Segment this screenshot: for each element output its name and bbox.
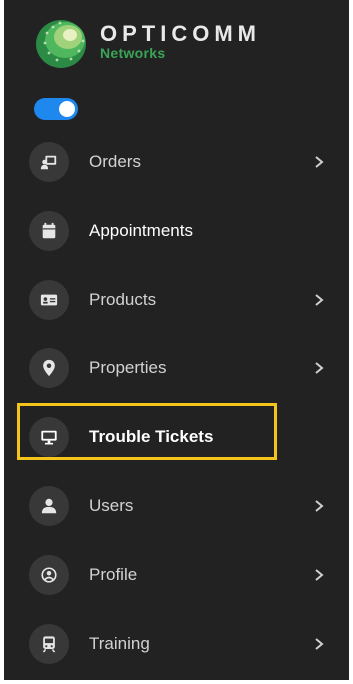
nav-item-appointments[interactable]: Appointments [4,207,349,255]
user-icon [29,486,69,526]
chevron-right-icon [315,638,324,650]
chevron-right-icon [315,500,324,512]
chevron-right-icon [315,362,324,374]
brand-subtitle: Networks [100,45,166,61]
highlight-box [17,403,277,460]
nav-item-orders[interactable]: Orders [4,138,349,186]
nav-item-users[interactable]: Users [4,482,349,530]
brand-name: OPTICOMM [100,21,261,46]
chevron-right-icon [315,156,324,168]
nav-item-training[interactable]: Training [4,620,349,668]
nav-label-appointments: Appointments [89,221,193,240]
nav-label-profile: Profile [89,565,138,584]
nav-label-users: Users [89,496,134,515]
nav-label-products: Products [89,290,157,309]
id-card-icon [29,280,69,320]
nav-label-orders: Orders [89,152,141,171]
chevron-right-icon [315,569,324,581]
theme-toggle[interactable] [34,98,78,120]
nav-item-products[interactable]: Products [4,276,349,324]
nav-item-profile[interactable]: Profile [4,551,349,599]
opticomm-logo [36,20,86,68]
calendar-icon [29,211,69,251]
nav-label-training: Training [89,634,150,653]
toggle-knob [59,101,75,117]
nav-label-properties: Properties [89,358,167,377]
profile-icon [29,555,69,595]
chevron-right-icon [315,294,324,306]
sidebar: OPTICOMM Networks Orders Appointments Pr… [4,0,349,680]
map-pin-icon [29,348,69,388]
orders-icon [29,142,69,182]
nav-item-properties[interactable]: Properties [4,344,349,392]
train-icon [29,624,69,664]
